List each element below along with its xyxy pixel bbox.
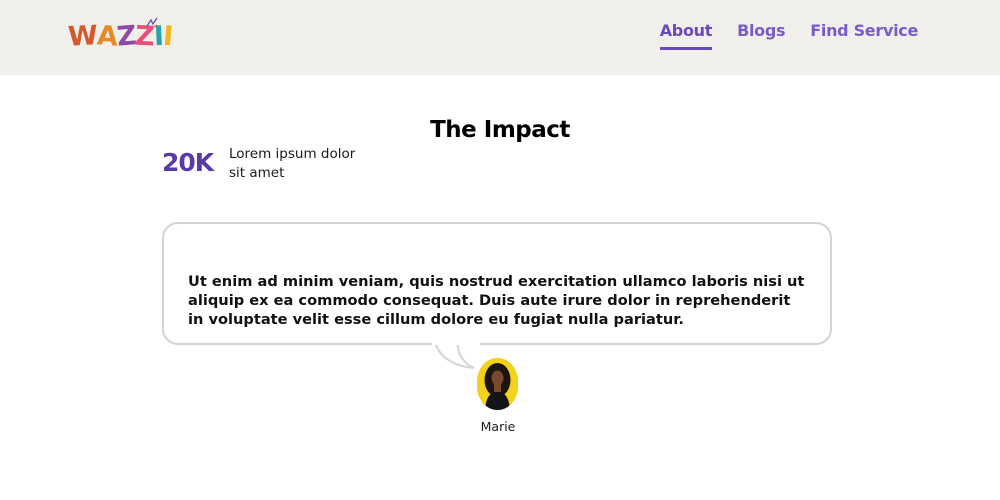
testimonial-quote: Ut enim ad minim veniam, quis nostrud ex… [188,272,805,328]
impact-stat: 20K Lorem ipsum dolor sit amet [162,145,382,185]
main-nav: About Blogs Find Service [659,20,918,50]
logo-letter: W [67,20,98,53]
nav-link-about[interactable]: About [659,20,712,50]
author-avatar [477,358,518,410]
nav-link-find-service[interactable]: Find Service [810,20,918,47]
site-header: WAZZII About Blogs Find Service [0,0,1000,75]
nav-link-blogs[interactable]: Blogs [737,20,785,47]
section-title: The Impact [430,117,570,144]
logo-letter: A [95,20,118,53]
brand-logo[interactable]: WAZZII [67,17,173,56]
testimonial-card: Ut enim ad minim veniam, quis nostrud ex… [162,222,832,345]
stat-value: 20K [162,148,214,177]
sparkle-icon [146,17,158,28]
person-photo [477,358,518,410]
stat-label: Lorem ipsum dolor sit amet [229,146,356,181]
speech-bubble-tail [432,342,480,369]
author-name: Marie [480,419,516,434]
logo-letter: I [161,20,174,53]
